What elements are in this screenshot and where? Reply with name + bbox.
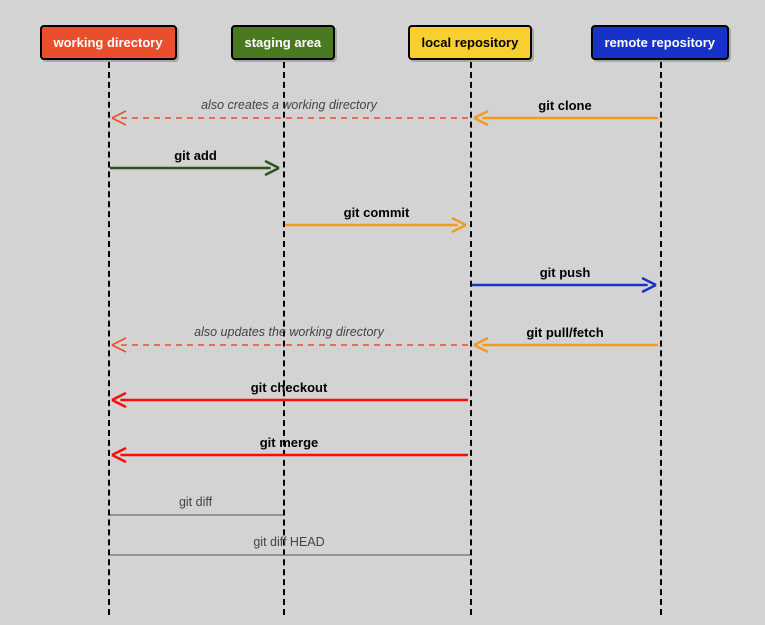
arrowhead-icon xyxy=(112,448,126,455)
node-label: remote repository xyxy=(605,35,716,50)
arrowhead-icon xyxy=(112,338,126,345)
arrowhead-icon xyxy=(265,168,279,175)
arrowhead-icon xyxy=(265,161,279,168)
arrowhead-icon xyxy=(112,393,126,400)
arrowhead-icon xyxy=(112,455,126,462)
message-label: also updates the working directory xyxy=(194,325,384,339)
node-label: local repository xyxy=(422,35,519,50)
message-label: git diff xyxy=(179,495,212,509)
arrowhead-icon xyxy=(112,400,126,407)
message-label: git clone xyxy=(538,98,591,113)
arrows-layer xyxy=(0,0,765,625)
message-label: also creates a working directory xyxy=(201,98,377,112)
message-label: git checkout xyxy=(251,380,328,395)
arrowhead-icon xyxy=(112,118,126,125)
message-label: git pull/fetch xyxy=(526,325,603,340)
arrowhead-icon xyxy=(112,111,126,118)
arrowhead-icon xyxy=(474,111,488,118)
arrowhead-icon xyxy=(112,345,126,352)
node-staging-area: staging area xyxy=(231,25,336,60)
node-local-repository: local repository xyxy=(408,25,533,60)
arrowhead-icon xyxy=(642,278,656,285)
node-working-directory: working directory xyxy=(40,25,177,60)
arrowhead-icon xyxy=(474,345,488,352)
arrowhead-icon xyxy=(642,285,656,292)
message-label: git commit xyxy=(344,205,410,220)
node-label: staging area xyxy=(245,35,322,50)
message-label: git add xyxy=(174,148,217,163)
lifeline-remote-repository xyxy=(660,62,662,615)
arrowhead-icon xyxy=(452,218,466,225)
arrowhead-icon xyxy=(474,118,488,125)
lifeline-working-directory xyxy=(108,62,110,615)
node-label: working directory xyxy=(54,35,163,50)
arrowhead-icon xyxy=(474,338,488,345)
arrowhead-icon xyxy=(452,225,466,232)
message-label: git push xyxy=(540,265,591,280)
node-remote-repository: remote repository xyxy=(591,25,730,60)
lifeline-local-repository xyxy=(470,62,472,615)
message-label: git merge xyxy=(260,435,319,450)
message-label: git diff HEAD xyxy=(253,535,324,549)
